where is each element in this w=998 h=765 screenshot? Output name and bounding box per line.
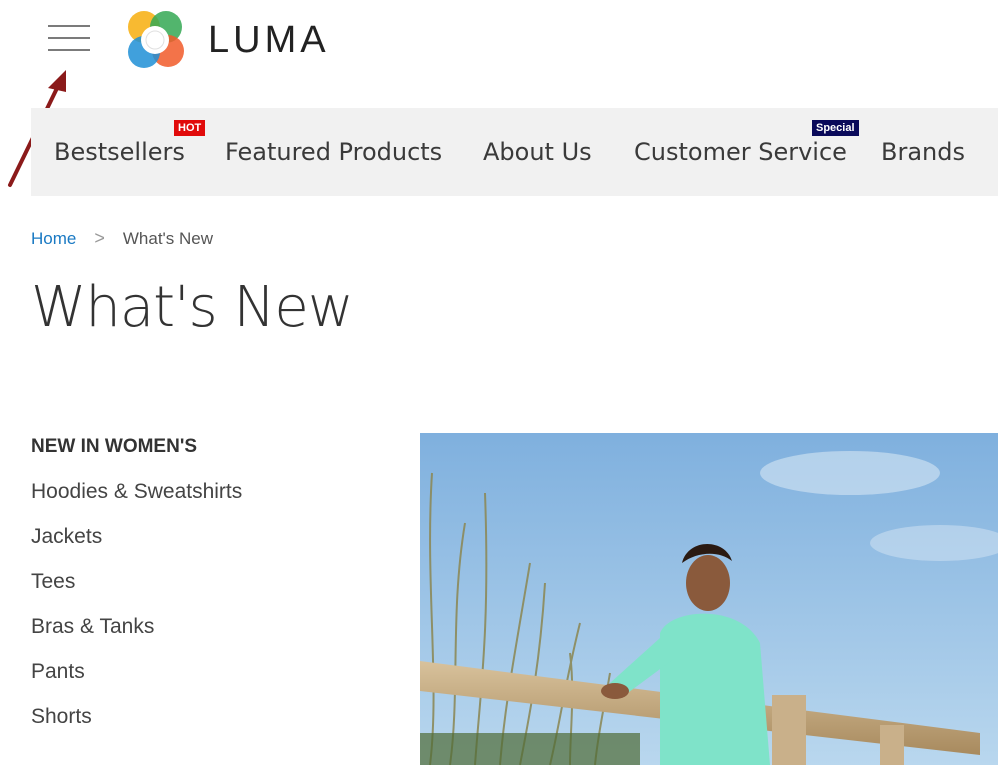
- page-title: What's New: [31, 275, 354, 340]
- main-navigation: Bestsellers HOT Featured Products About …: [31, 108, 998, 196]
- luma-logo-icon: [128, 11, 184, 68]
- sidebar-item-shorts[interactable]: Shorts: [31, 703, 242, 748]
- sidebar-item-pants[interactable]: Pants: [31, 658, 242, 703]
- breadcrumb-separator-icon: >: [94, 228, 105, 248]
- sidebar-item-jackets[interactable]: Jackets: [31, 523, 242, 568]
- hero-banner-image[interactable]: [420, 433, 998, 765]
- sidebar-item-hoodies-sweatshirts[interactable]: Hoodies & Sweatshirts: [31, 478, 242, 523]
- nav-item-customer-service[interactable]: Customer Service: [634, 138, 847, 166]
- sidebar-category-list: Hoodies & Sweatshirts Jackets Tees Bras …: [31, 478, 242, 748]
- nav-item-about-us[interactable]: About Us: [483, 138, 592, 166]
- sidebar-item-bras-tanks[interactable]: Bras & Tanks: [31, 613, 242, 658]
- breadcrumb: Home > What's New: [31, 228, 213, 249]
- sidebar-item-tees[interactable]: Tees: [31, 568, 242, 613]
- hot-badge: HOT: [174, 120, 206, 136]
- special-badge: Special: [812, 120, 859, 136]
- sidebar-heading: NEW IN WOMEN'S: [31, 436, 198, 457]
- breadcrumb-home-link[interactable]: Home: [31, 229, 76, 249]
- nav-item-brands[interactable]: Brands: [881, 138, 965, 166]
- nav-item-featured-products[interactable]: Featured Products: [225, 138, 442, 166]
- logo-text: LUMA: [208, 18, 330, 61]
- hero-image-illustration: [420, 433, 998, 765]
- hamburger-menu-icon[interactable]: [48, 25, 90, 51]
- nav-item-bestsellers[interactable]: Bestsellers: [54, 138, 185, 166]
- breadcrumb-current: What's New: [122, 228, 214, 248]
- luma-logo[interactable]: LUMA: [120, 5, 330, 75]
